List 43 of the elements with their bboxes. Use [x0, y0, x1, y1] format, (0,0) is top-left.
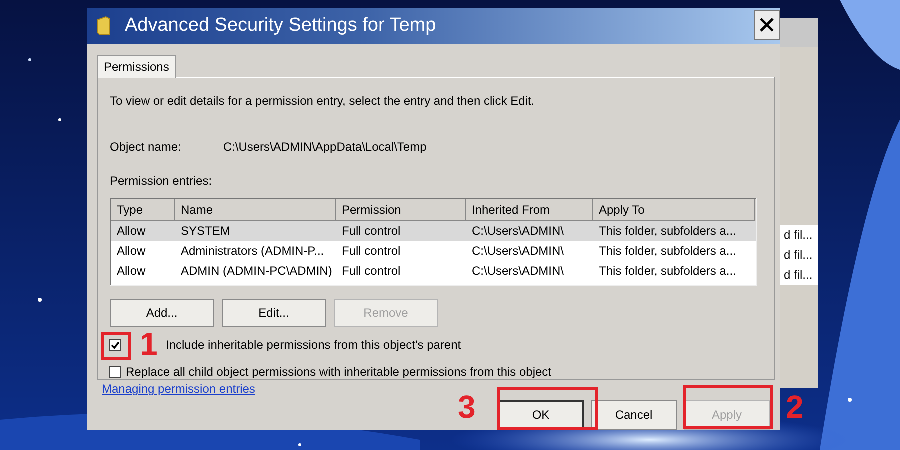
table-cell-text: Full control — [341, 223, 402, 240]
entry-button[interactable]: Edit... — [222, 299, 326, 327]
tab[interactable]: Permissions — [97, 55, 176, 78]
table-row[interactable]: Allow Administrators (ADMIN-P... Full control C:\Users\ADMIN\ This folder, subfolders a... — [111, 241, 756, 261]
help-link[interactable]: Managing permission entries — [102, 382, 256, 396]
table-cell-text: Full control — [341, 263, 402, 280]
object-path: C:\Users\ADMIN\AppData\Local\Temp — [223, 140, 427, 154]
table-cell-text: C:\Users\ADMIN\ — [471, 223, 566, 240]
table-cell-text: This folder, subfolders a... — [598, 243, 738, 260]
checkbox-label: Replace all child object permissions with inheritable permissions from this object — [126, 365, 552, 379]
entry-button[interactable]: Add... — [110, 299, 214, 327]
step-number: 3 — [458, 390, 476, 424]
table-cell-text: Allow — [116, 243, 147, 260]
field-label: Permission entries: — [110, 174, 214, 188]
table-row[interactable]: Allow ADMIN (ADMIN-PC\ADMIN) Full control C:\Users\ADMIN\ This folder, subfolders a... — [111, 261, 756, 281]
checkbox-label: Include inheritable permissions from this object's parent — [166, 338, 462, 352]
table-cell-text: Administrators (ADMIN-P... — [180, 243, 326, 260]
table-cell-text: SYSTEM — [180, 223, 232, 240]
table-cell-text: ADMIN (ADMIN-PC\ADMIN) — [180, 263, 334, 280]
checkbox[interactable] — [109, 366, 121, 378]
checkbox[interactable] — [109, 339, 121, 351]
step-number: 2 — [786, 390, 804, 424]
table-cell-text: Allow — [116, 263, 147, 280]
table-cell-text: This folder, subfolders a... — [598, 223, 738, 240]
dialog-button[interactable]: Cancel — [591, 400, 677, 430]
field-label: Object name: — [110, 140, 182, 154]
instructions-text: To view or edit details for a permission entry, select the entry and then click Edit. — [110, 94, 536, 108]
table-cell-text: d fil... — [783, 247, 814, 264]
check-icon — [110, 340, 120, 350]
table-cell-text: d fil... — [783, 267, 814, 284]
table-cell-text: Allow — [116, 223, 147, 240]
table-cell-text: C:\Users\ADMIN\ — [471, 263, 566, 280]
table-row[interactable]: Allow SYSTEM Full control C:\Users\ADMIN\ This folder, subfolders a... — [111, 221, 756, 241]
step-number: 1 — [140, 327, 158, 361]
table-cell-text: Full control — [341, 243, 402, 260]
close-icon — [759, 17, 775, 33]
close-button[interactable] — [754, 10, 780, 40]
table-cell-text: d fil... — [783, 227, 814, 244]
window-title: Advanced Security Settings for Temp — [125, 15, 436, 37]
highlight-frame — [101, 332, 131, 360]
table-cell-text: This folder, subfolders a... — [598, 263, 738, 280]
folder-icon — [97, 16, 111, 36]
table-cell-text: C:\Users\ADMIN\ — [471, 243, 566, 260]
